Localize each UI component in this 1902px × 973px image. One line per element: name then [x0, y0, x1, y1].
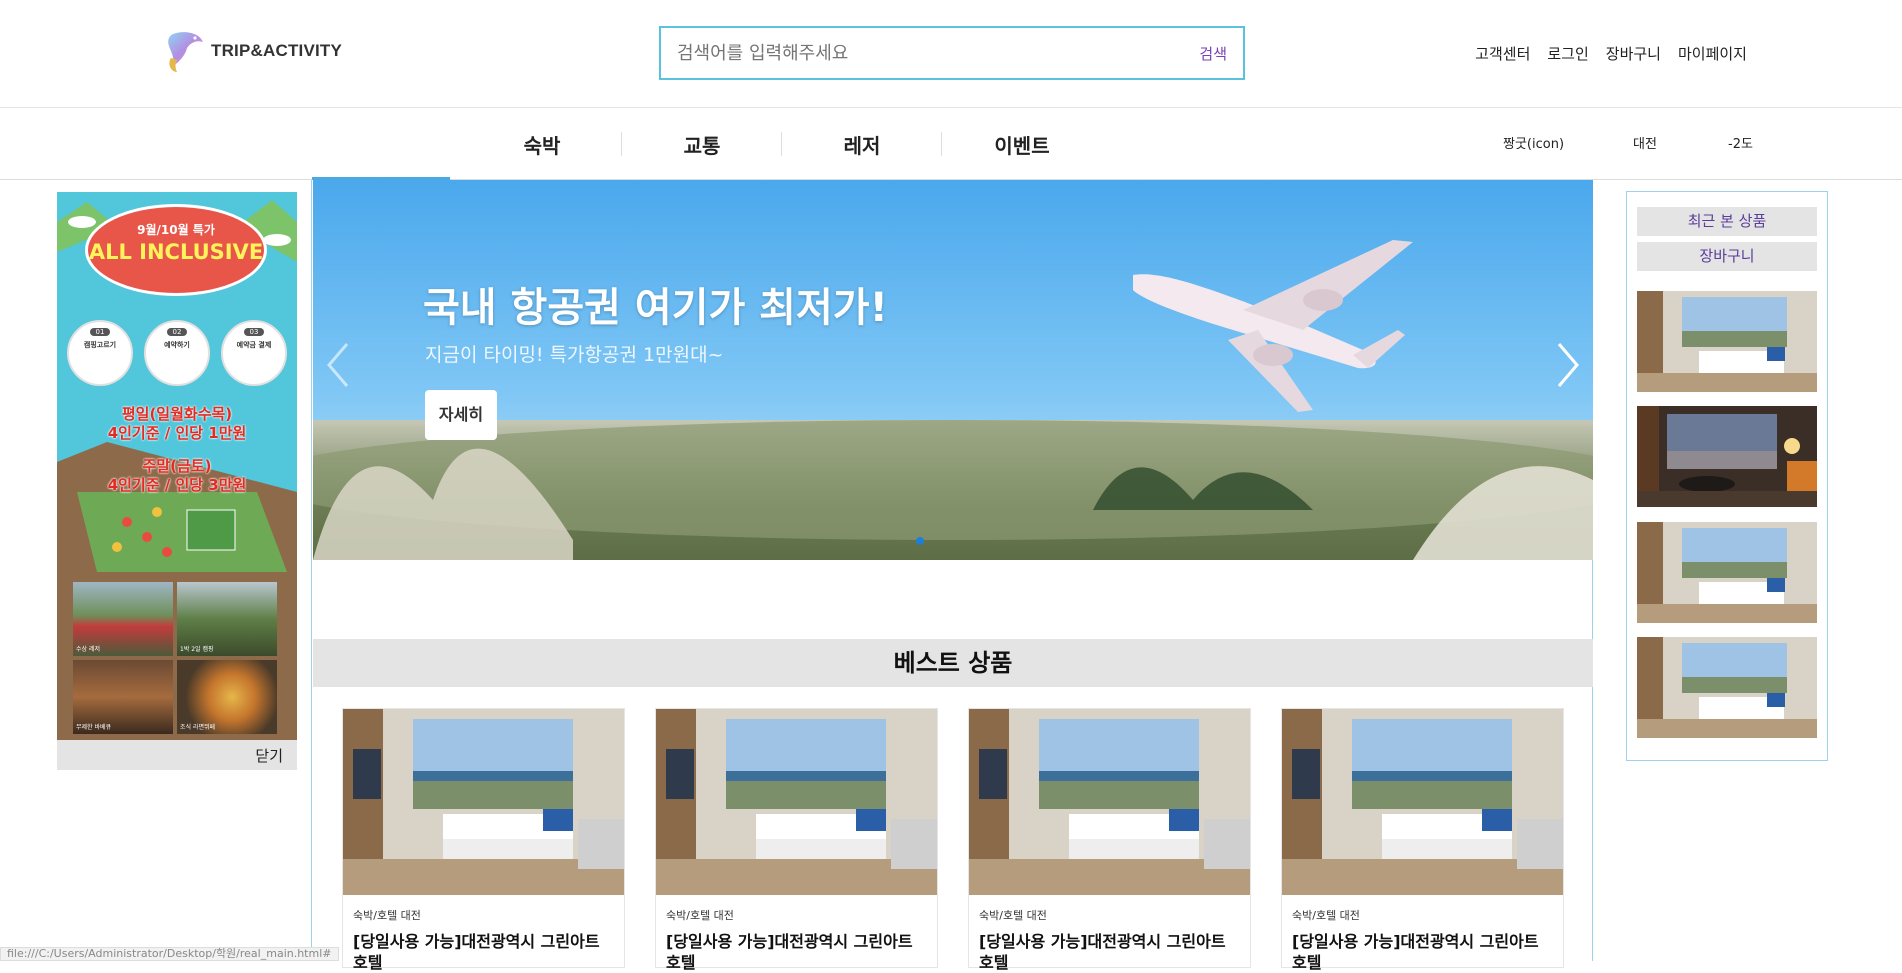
ad-title: 9월/10월 특가: [137, 223, 215, 237]
product-image: [969, 709, 1250, 895]
nav-link-customer-center[interactable]: 고객센터: [1475, 43, 1530, 64]
dolphin-logo-icon: [168, 32, 203, 72]
weather-temperature: -2도: [1728, 137, 1753, 152]
recent-item-thumbnail[interactable]: [1637, 637, 1817, 738]
ad-close-button[interactable]: 닫기: [57, 740, 297, 770]
search-button[interactable]: 검색: [1199, 43, 1227, 64]
ad-photo: 1박 2일 캠핑: [177, 582, 277, 656]
hotel-room-photo: [656, 709, 937, 895]
slide-indicator-dot[interactable]: [916, 537, 924, 545]
product-card[interactable]: 숙박/호텔 대전 [당일사용 가능]대전광역시 그린아트 호텔: [342, 708, 625, 972]
weather-city: 대전: [1633, 137, 1657, 152]
search-box: 검색: [659, 26, 1245, 80]
search-input[interactable]: [677, 42, 1137, 64]
ad-step: 03 예약금 결제: [221, 320, 287, 386]
banner-detail-button[interactable]: 자세히: [425, 390, 497, 440]
product-name: [당일사용 가능]대전광역시 그린아트 호텔: [353, 932, 600, 972]
tab-recent-products[interactable]: 최근 본 상품: [1637, 207, 1817, 236]
left-ad-banner: 9월/10월 특가 ALL INCLUSIVE 01 캠핑고르기 02 예약하기…: [57, 192, 297, 770]
ad-weekday-line1: 평일(일월화수목): [121, 405, 233, 423]
product-name: [당일사용 가능]대전광역시 그린아트 호텔: [666, 932, 913, 972]
category-menu: 숙박 교통 레저 이벤트: [462, 108, 1102, 180]
ad-step-title: 예약금 결제: [236, 341, 272, 349]
ad-weekday-line2: 4인기준 / 인당 1만원: [107, 424, 247, 442]
product-list: 숙박/호텔 대전 [당일사용 가능]대전광역시 그린아트 호텔 숙박/호텔 대전…: [342, 708, 1564, 972]
category-bar: 숙박 교통 레저 이벤트: [0, 108, 1902, 180]
product-name: [당일사용 가능]대전광역시 그린아트 호텔: [979, 932, 1226, 972]
recent-panel: 최근 본 상품 장바구니: [1626, 191, 1828, 761]
product-image: [656, 709, 937, 895]
hotel-room-photo: [969, 709, 1250, 895]
recent-item-thumbnail[interactable]: [1637, 291, 1817, 392]
banner-title: 국내 항공권 여기가 최저가!: [423, 285, 888, 331]
next-arrow-icon[interactable]: [1553, 340, 1583, 390]
nav-link-login[interactable]: 로그인: [1547, 43, 1588, 64]
ad-headline: ALL INCLUSIVE: [88, 240, 264, 264]
banner-subtitle: 지금이 타이밍! 특가항공권 1만원대~: [425, 344, 724, 366]
hotel-room-photo: [343, 709, 624, 895]
product-category: 숙박/호텔 대전: [666, 909, 734, 922]
logo-text: TRIP&ACTIVITY: [211, 41, 343, 60]
ad-step: 01 캠핑고르기: [67, 320, 133, 386]
hotel-room-photo: [1282, 709, 1563, 895]
prev-arrow-icon[interactable]: [323, 340, 353, 390]
ad-step-title: 캠핑고르기: [83, 341, 117, 349]
tab-cart[interactable]: 장바구니: [1637, 242, 1817, 271]
ad-photo-caption: 조식 라면뷔페: [180, 724, 216, 731]
ad-step: 02 예약하기: [144, 320, 210, 386]
ad-photo: 수상 레저: [73, 582, 173, 656]
ad-weekend-line2: 4인기준 / 인당 3만원: [107, 476, 247, 494]
top-nav: 고객센터 로그인 장바구니 마이페이지: [1475, 43, 1747, 64]
ad-photo: 무제한 바베큐: [73, 660, 173, 734]
ad-photo-caption: 1박 2일 캠핑: [180, 646, 214, 653]
category-transport[interactable]: 교통: [622, 130, 782, 159]
product-card[interactable]: 숙박/호텔 대전 [당일사용 가능]대전광역시 그린아트 호텔: [655, 708, 938, 972]
category-leisure[interactable]: 레저: [782, 130, 942, 159]
ad-photo-caption: 무제한 바베큐: [76, 724, 112, 731]
hotel-room-photo: [1637, 291, 1817, 392]
ad-step-number: 01: [89, 328, 111, 336]
ad-promo-badge: 9월/10월 특가 ALL INCLUSIVE: [85, 204, 267, 296]
nav-link-cart[interactable]: 장바구니: [1606, 43, 1661, 64]
hotel-room-photo: [1637, 637, 1817, 738]
recent-item-thumbnail[interactable]: [1637, 522, 1817, 623]
ad-step-title: 예약하기: [164, 341, 190, 349]
best-products-heading: 베스트 상품: [313, 639, 1593, 687]
main-content: 국내 항공권 여기가 최저가! 지금이 타이밍! 특가항공권 1만원대~ 자세히…: [311, 180, 1593, 972]
ad-photo-grid: 수상 레저 1박 2일 캠핑 무제한 바베큐 조식 라면뷔페: [73, 582, 277, 734]
ad-photo-caption: 수상 레저: [76, 646, 100, 653]
banner-illustration: [313, 240, 1593, 560]
weather-icon-label: 짱굿(icon): [1503, 137, 1565, 152]
product-image: [1282, 709, 1563, 895]
hotel-room-photo: [1637, 522, 1817, 623]
product-name: [당일사용 가능]대전광역시 그린아트 호텔: [1292, 932, 1539, 972]
site-logo[interactable]: TRIP&ACTIVITY: [165, 28, 342, 74]
product-card[interactable]: 숙박/호텔 대전 [당일사용 가능]대전광역시 그린아트 호텔: [1281, 708, 1564, 972]
product-category: 숙박/호텔 대전: [1292, 909, 1360, 922]
recent-item-thumbnail[interactable]: [1637, 406, 1817, 507]
site-header: TRIP&ACTIVITY 검색 고객센터 로그인 장바구니 마이페이지: [0, 0, 1902, 108]
ad-photo: 조식 라면뷔페: [177, 660, 277, 734]
ad-steps: 01 캠핑고르기 02 예약하기 03 예약금 결제: [67, 320, 287, 386]
hotel-night-room-photo: [1637, 406, 1817, 507]
category-event[interactable]: 이벤트: [942, 130, 1102, 159]
airplane-icon: [1133, 240, 1413, 412]
category-lodging[interactable]: 숙박: [462, 130, 622, 159]
ad-step-number: 03: [243, 328, 265, 336]
ad-image[interactable]: 9월/10월 특가 ALL INCLUSIVE 01 캠핑고르기 02 예약하기…: [57, 192, 297, 740]
product-category: 숙박/호텔 대전: [979, 909, 1047, 922]
nav-link-mypage[interactable]: 마이페이지: [1678, 43, 1747, 64]
hero-banner: 국내 항공권 여기가 최저가! 지금이 타이밍! 특가항공권 1만원대~ 자세히: [313, 180, 1593, 560]
product-card[interactable]: 숙박/호텔 대전 [당일사용 가능]대전광역시 그린아트 호텔: [968, 708, 1251, 972]
product-category: 숙박/호텔 대전: [353, 909, 421, 922]
product-image: [343, 709, 624, 895]
ad-step-number: 02: [166, 328, 188, 336]
browser-status-url: file:///C:/Users/Administrator/Desktop/학…: [0, 947, 339, 961]
ad-weekend-line1: 주말(금토): [142, 457, 212, 475]
